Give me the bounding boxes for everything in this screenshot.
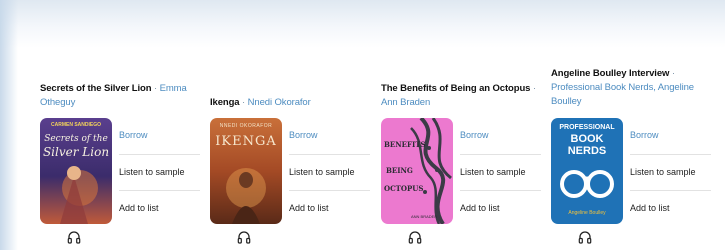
- add-to-list-button[interactable]: Add to list: [119, 190, 200, 226]
- book-card-octopus: The Benefits of Being an Octopus · Ann B…: [381, 0, 541, 250]
- book-card-ikenga: Ikenga · Nnedi Okorafor NNEDI OKORAFOR I…: [210, 0, 370, 250]
- audiobook-headphones-icon: [237, 231, 251, 244]
- cover-title-line2: BEING: [386, 166, 413, 175]
- audiobook-headphones-icon: [408, 231, 422, 244]
- book-actions: Borrow Listen to sample Add to list: [289, 118, 370, 224]
- borrow-button[interactable]: Borrow: [119, 118, 200, 153]
- title-separator: ·: [530, 83, 536, 94]
- book-card-silver-lion: Secrets of the Silver Lion · Emma Othegu…: [40, 0, 200, 250]
- book-cover-ikenga[interactable]: NNEDI OKORAFOR IKENGA: [210, 118, 282, 224]
- cover-top-text: NNEDI OKORAFOR: [219, 123, 273, 129]
- book-author-link[interactable]: Nnedi Okorafor: [248, 97, 311, 108]
- cover-top-text: CARMEN SANDIEGO: [50, 122, 101, 128]
- book-actions: Borrow Listen to sample Add to list: [460, 118, 541, 224]
- borrow-button[interactable]: Borrow: [289, 118, 370, 153]
- listen-to-sample-button[interactable]: Listen to sample: [630, 154, 711, 190]
- book-title-block: Ikenga · Nnedi Okorafor: [210, 96, 370, 110]
- audiobook-headphones-icon: [578, 231, 592, 244]
- add-to-list-button[interactable]: Add to list: [289, 190, 370, 226]
- listen-to-sample-button[interactable]: Listen to sample: [460, 154, 541, 190]
- title-separator: ·: [239, 97, 248, 108]
- book-title-link[interactable]: Secrets of the Silver Lion: [40, 83, 152, 94]
- cover-title-line2: Silver Lion: [42, 145, 110, 159]
- book-author-link[interactable]: Ann Braden: [381, 97, 430, 108]
- cover-title-line3: OCTOPUS: [384, 184, 424, 193]
- book-title-block: Angeline Boulley Interview · Professiona…: [551, 67, 711, 109]
- book-actions: Borrow Listen to sample Add to list: [119, 118, 200, 224]
- book-title-link[interactable]: Ikenga: [210, 97, 240, 108]
- add-to-list-button[interactable]: Add to list: [630, 190, 711, 226]
- book-cover-book-nerds[interactable]: PROFESSIONAL BOOK NERDS Angeline Boulley: [551, 118, 623, 224]
- audiobook-headphones-icon: [67, 231, 81, 244]
- cover-author-text: ANN BRADEN: [411, 214, 438, 219]
- cover-author-text: Angeline Boulley: [568, 210, 606, 216]
- book-actions: Borrow Listen to sample Add to list: [630, 118, 711, 224]
- book-cover-octopus[interactable]: BENEFITS BEING OCTOPUS ANN BRADEN: [381, 118, 453, 224]
- book-cover-silver-lion[interactable]: CARMEN SANDIEGO Secrets of the Silver Li…: [40, 118, 112, 224]
- listen-to-sample-button[interactable]: Listen to sample: [289, 154, 370, 190]
- borrow-button[interactable]: Borrow: [630, 118, 711, 153]
- title-separator: ·: [151, 83, 160, 94]
- cover-title-line1: PROFESSIONAL: [559, 124, 615, 131]
- book-title-link[interactable]: Angeline Boulley Interview: [551, 68, 669, 79]
- cover-title-line3: NERDS: [567, 145, 607, 157]
- title-separator: ·: [669, 68, 675, 79]
- cover-title-line1: IKENGA: [215, 134, 277, 149]
- cover-title-line1: BENEFITS: [384, 140, 426, 149]
- book-author-link[interactable]: Professional Book Nerds, Angeline Boulle…: [551, 82, 694, 107]
- left-edge-shadow: [0, 0, 18, 250]
- borrow-button[interactable]: Borrow: [460, 118, 541, 153]
- book-title-block: Secrets of the Silver Lion · Emma Othegu…: [40, 82, 200, 110]
- book-title-block: The Benefits of Being an Octopus · Ann B…: [381, 82, 541, 110]
- book-card-book-nerds: Angeline Boulley Interview · Professiona…: [551, 0, 711, 250]
- listen-to-sample-button[interactable]: Listen to sample: [119, 154, 200, 190]
- cover-title-line2: BOOK: [570, 133, 604, 145]
- book-title-link[interactable]: The Benefits of Being an Octopus: [381, 83, 530, 94]
- cover-title-line1: Secrets of the: [44, 134, 108, 144]
- add-to-list-button[interactable]: Add to list: [460, 190, 541, 226]
